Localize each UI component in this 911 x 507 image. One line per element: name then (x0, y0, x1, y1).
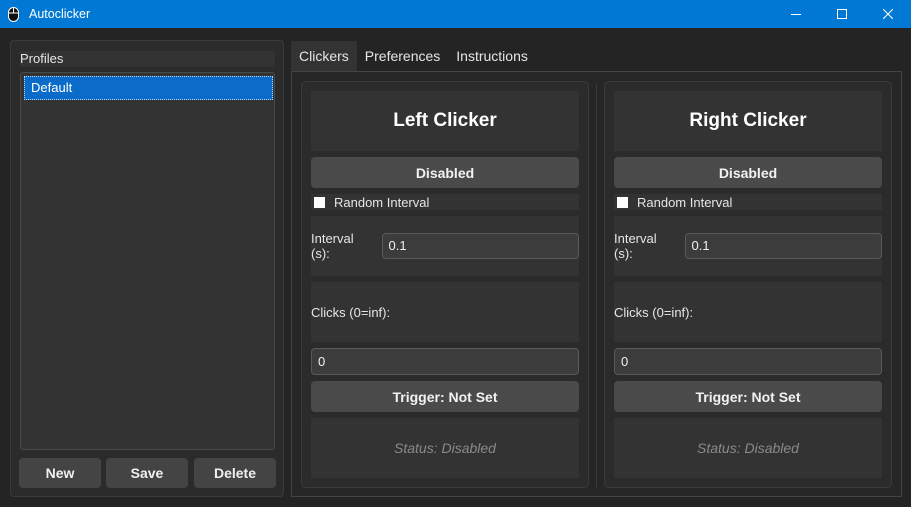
minimize-button[interactable] (773, 0, 819, 28)
new-profile-button[interactable]: New (19, 458, 101, 488)
right-random-interval-label: Random Interval (637, 194, 733, 210)
left-clicker-panel: Left Clicker Disabled Random Interval In… (301, 81, 589, 488)
tab-clickers[interactable]: Clickers (291, 41, 357, 71)
right-random-interval-checkbox[interactable] (617, 196, 628, 208)
left-interval-label: Interval (s): (311, 231, 354, 261)
right-interval-input[interactable]: 0.1 (684, 233, 882, 259)
left-interval-row: Interval (s): 0.1 (311, 216, 579, 276)
tab-bar: Clickers Preferences Instructions (291, 41, 536, 71)
left-random-interval-checkbox[interactable] (314, 196, 325, 208)
right-clicks-label: Clicks (0=inf): (614, 304, 694, 320)
left-clicks-row: Clicks (0=inf): (311, 282, 579, 342)
left-clicker-title: Left Clicker (311, 91, 579, 151)
right-trigger-button[interactable]: Trigger: Not Set (614, 381, 882, 412)
left-random-interval-label: Random Interval (334, 194, 430, 210)
left-random-interval-row[interactable]: Random Interval (311, 194, 579, 210)
maximize-button[interactable] (819, 0, 865, 28)
window-controls (773, 0, 911, 28)
left-interval-input[interactable]: 0.1 (381, 233, 579, 259)
right-clicker-panel: Right Clicker Disabled Random Interval I… (604, 81, 892, 488)
delete-profile-button[interactable]: Delete (194, 458, 276, 488)
profiles-list[interactable]: Default (20, 72, 275, 450)
title-bar[interactable]: Autoclicker (0, 0, 911, 28)
right-clicks-input[interactable]: 0 (614, 348, 882, 375)
right-status-text: Status: Disabled (614, 418, 882, 478)
close-icon (883, 9, 893, 19)
list-item[interactable]: Default (24, 76, 273, 100)
right-interval-label: Interval (s): (614, 231, 657, 261)
tab-instructions[interactable]: Instructions (448, 41, 536, 71)
maximize-icon (837, 9, 847, 19)
mouse-icon (8, 6, 22, 22)
right-random-interval-row[interactable]: Random Interval (614, 194, 882, 210)
panel-divider (596, 84, 597, 488)
right-interval-row: Interval (s): 0.1 (614, 216, 882, 276)
close-button[interactable] (865, 0, 911, 28)
left-clicker-toggle-button[interactable]: Disabled (311, 157, 579, 188)
left-clicks-input[interactable]: 0 (311, 348, 579, 375)
tab-preferences[interactable]: Preferences (357, 41, 448, 71)
left-status-text: Status: Disabled (311, 418, 579, 478)
window-title: Autoclicker (29, 7, 91, 21)
profiles-label: Profiles (20, 51, 275, 67)
save-profile-button[interactable]: Save (106, 458, 188, 488)
right-clicker-toggle-button[interactable]: Disabled (614, 157, 882, 188)
right-clicker-title: Right Clicker (614, 91, 882, 151)
left-trigger-button[interactable]: Trigger: Not Set (311, 381, 579, 412)
profiles-panel: Profiles Default New Save Delete (10, 40, 284, 497)
right-clicks-row: Clicks (0=inf): (614, 282, 882, 342)
left-clicks-label: Clicks (0=inf): (311, 304, 391, 320)
minimize-icon (791, 14, 801, 15)
